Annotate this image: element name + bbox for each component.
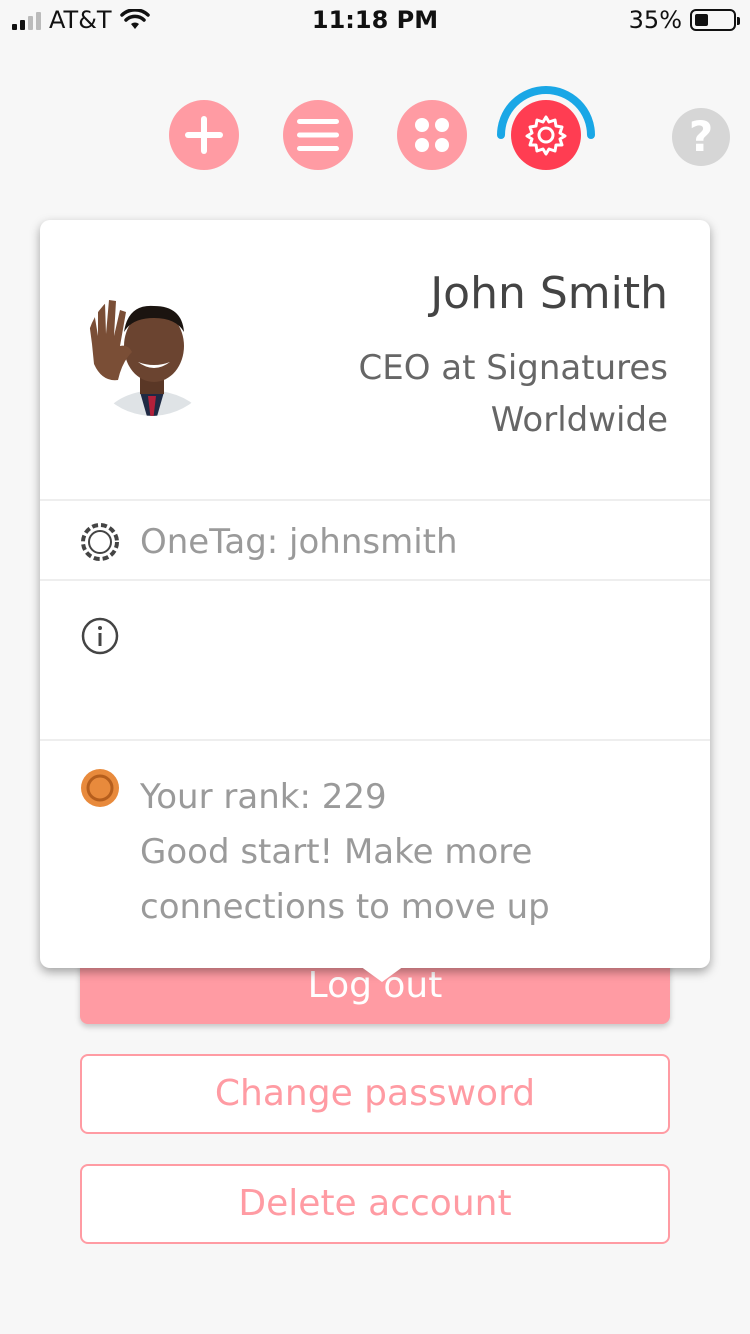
apps-button[interactable] — [397, 100, 467, 170]
profile-name: John Smith — [430, 268, 668, 319]
battery-percent: 35% — [628, 6, 682, 34]
rank-message-line-2: connections to move up — [140, 887, 550, 927]
status-bar: AT&T 11:18 PM 35% — [0, 0, 750, 40]
rank-icon — [81, 769, 119, 807]
card-pointer — [360, 966, 404, 982]
onetag-label: OneTag: johnsmith — [140, 522, 458, 562]
add-button[interactable] — [169, 100, 239, 170]
status-right: 35% — [628, 6, 740, 34]
rank-text: Your rank: 229 Good start! Make more con… — [140, 770, 550, 935]
menu-button[interactable] — [283, 100, 353, 170]
delete-account-button[interactable]: Delete account — [80, 1164, 670, 1244]
battery-icon — [690, 9, 740, 31]
divider — [40, 579, 710, 581]
onetag-icon — [81, 523, 119, 561]
profile-title-line-2: Worldwide — [490, 400, 668, 440]
info-icon — [81, 617, 119, 655]
help-icon: ? — [688, 112, 714, 161]
settings-button[interactable] — [511, 100, 581, 170]
divider — [40, 739, 710, 741]
gear-icon — [525, 115, 567, 156]
plus-icon — [185, 116, 223, 154]
profile-card: John Smith CEO at Signatures Worldwide O… — [40, 220, 710, 982]
menu-icon — [297, 119, 339, 151]
avatar — [86, 284, 219, 416]
divider — [40, 499, 710, 501]
rank-value: Your rank: 229 — [140, 777, 387, 817]
apps-icon — [415, 118, 449, 152]
rank-message-line-1: Good start! Make more — [140, 832, 533, 872]
profile-title-line-1: CEO at Signatures — [358, 348, 668, 388]
change-password-button[interactable]: Change password — [80, 1054, 670, 1134]
help-button[interactable]: ? — [672, 108, 730, 166]
top-nav: ? — [0, 86, 750, 180]
